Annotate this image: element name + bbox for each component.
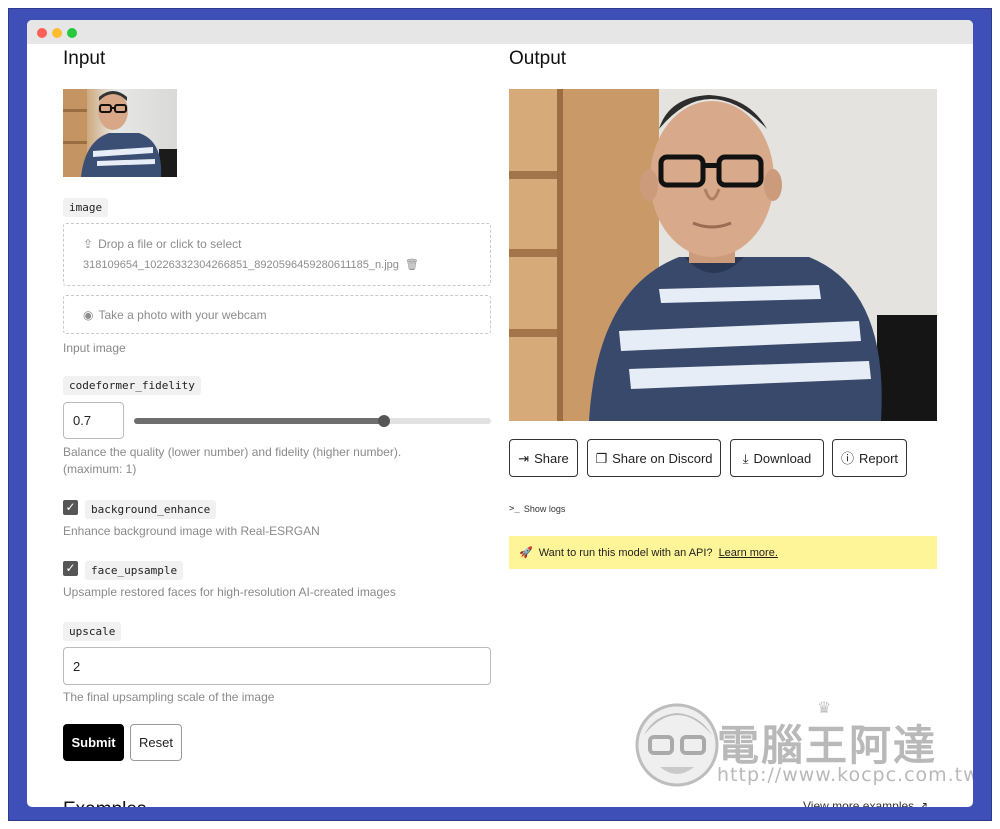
image-field-description: Input image [63, 341, 126, 355]
crown-icon: ♛ [817, 700, 832, 717]
background-enhance-checkbox[interactable]: ✓ [63, 500, 78, 515]
fidelity-slider-handle[interactable] [378, 415, 390, 427]
examples-heading: Examples [63, 799, 146, 807]
mascot-face-icon [635, 703, 719, 787]
upscale-number-input[interactable]: 2 [63, 647, 491, 685]
close-window-button[interactable] [37, 28, 47, 38]
image-field-tag: image [63, 198, 109, 217]
webcam-label: Take a photo with your webcam [98, 307, 267, 322]
api-banner: 🚀 Want to run this model with an API? Le… [509, 536, 937, 569]
share-icon: ⇥ [518, 450, 530, 466]
image-dropzone[interactable]: ⇪ Drop a file or click to select 3181096… [63, 223, 491, 286]
download-button[interactable]: ⤓ Download [730, 439, 824, 477]
share-button[interactable]: ⇥ Share [509, 439, 578, 477]
face-upsample-description: Upsample restored faces for high-resolut… [63, 585, 396, 599]
learn-more-link[interactable]: Learn more. [719, 547, 778, 559]
face-upsample-checkbox[interactable]: ✓ [63, 561, 78, 576]
browser-window: Input image ⇪ Drop a file or click to se… [27, 20, 973, 807]
share-button-label: Share [534, 450, 569, 466]
watermark-mascot-logo [630, 695, 725, 790]
external-link-icon: ↗ [918, 799, 929, 807]
fidelity-slider[interactable] [134, 418, 491, 424]
minimize-window-button[interactable] [52, 28, 62, 38]
background-enhance-description: Enhance background image with Real-ESRGA… [63, 524, 320, 538]
webcam-capture-button[interactable]: ◉ Take a photo with your webcam [63, 295, 491, 334]
maximize-window-button[interactable] [67, 28, 77, 38]
window-titlebar [27, 20, 973, 44]
input-heading: Input [63, 48, 106, 69]
share-on-discord-label: Share on Discord [612, 450, 713, 466]
copy-icon: ❐ [595, 450, 608, 466]
terminal-icon: >_ [509, 504, 520, 514]
portrait-thumbnail-illustration [63, 89, 177, 177]
api-banner-text: Want to run this model with an API? [538, 546, 713, 559]
reset-button[interactable]: Reset [130, 724, 182, 761]
upload-icon: ⇪ [83, 237, 94, 251]
upscale-field-description: The final upsampling scale of the image [63, 690, 275, 704]
fidelity-field-tag: codeformer_fidelity [63, 376, 201, 395]
output-image[interactable] [509, 89, 937, 421]
view-more-label: View more examples [803, 799, 915, 807]
output-heading: Output [509, 48, 567, 69]
report-button-label: Report [858, 450, 899, 466]
watermark-url: http://www.kocpc.com.tw [717, 764, 973, 786]
trash-icon[interactable]: 🗑 [405, 258, 419, 271]
share-on-discord-button[interactable]: ❐ Share on Discord [587, 439, 721, 477]
alert-circle-icon: ⓘ [840, 450, 854, 466]
dropzone-label: Drop a file or click to select [98, 237, 242, 251]
show-logs-toggle[interactable]: >_ Show logs [509, 504, 565, 514]
upscale-field-tag: upscale [63, 622, 122, 641]
restored-portrait-illustration [509, 89, 937, 421]
face-upsample-tag: face_upsample [85, 561, 184, 580]
fidelity-number-input[interactable]: 0.7 [63, 402, 124, 439]
input-image-thumbnail [63, 89, 177, 177]
background-enhance-tag: background_enhance [85, 500, 217, 519]
download-button-label: Download [753, 450, 812, 466]
fidelity-field-description: Balance the quality (lower number) and f… [63, 445, 402, 476]
download-icon: ⤓ [742, 450, 749, 466]
report-button[interactable]: ⓘ Report [832, 439, 907, 477]
rocket-icon: 🚀 [519, 547, 533, 559]
submit-button[interactable]: Submit [63, 724, 124, 761]
camera-icon: ◉ [83, 307, 94, 322]
view-more-examples-link[interactable]: View more examples ↗ [803, 799, 928, 807]
show-logs-label: Show logs [523, 504, 566, 514]
fidelity-slider-fill [134, 418, 384, 424]
selected-file-name: 318109654_10226332304266851_892059645928… [83, 258, 399, 271]
